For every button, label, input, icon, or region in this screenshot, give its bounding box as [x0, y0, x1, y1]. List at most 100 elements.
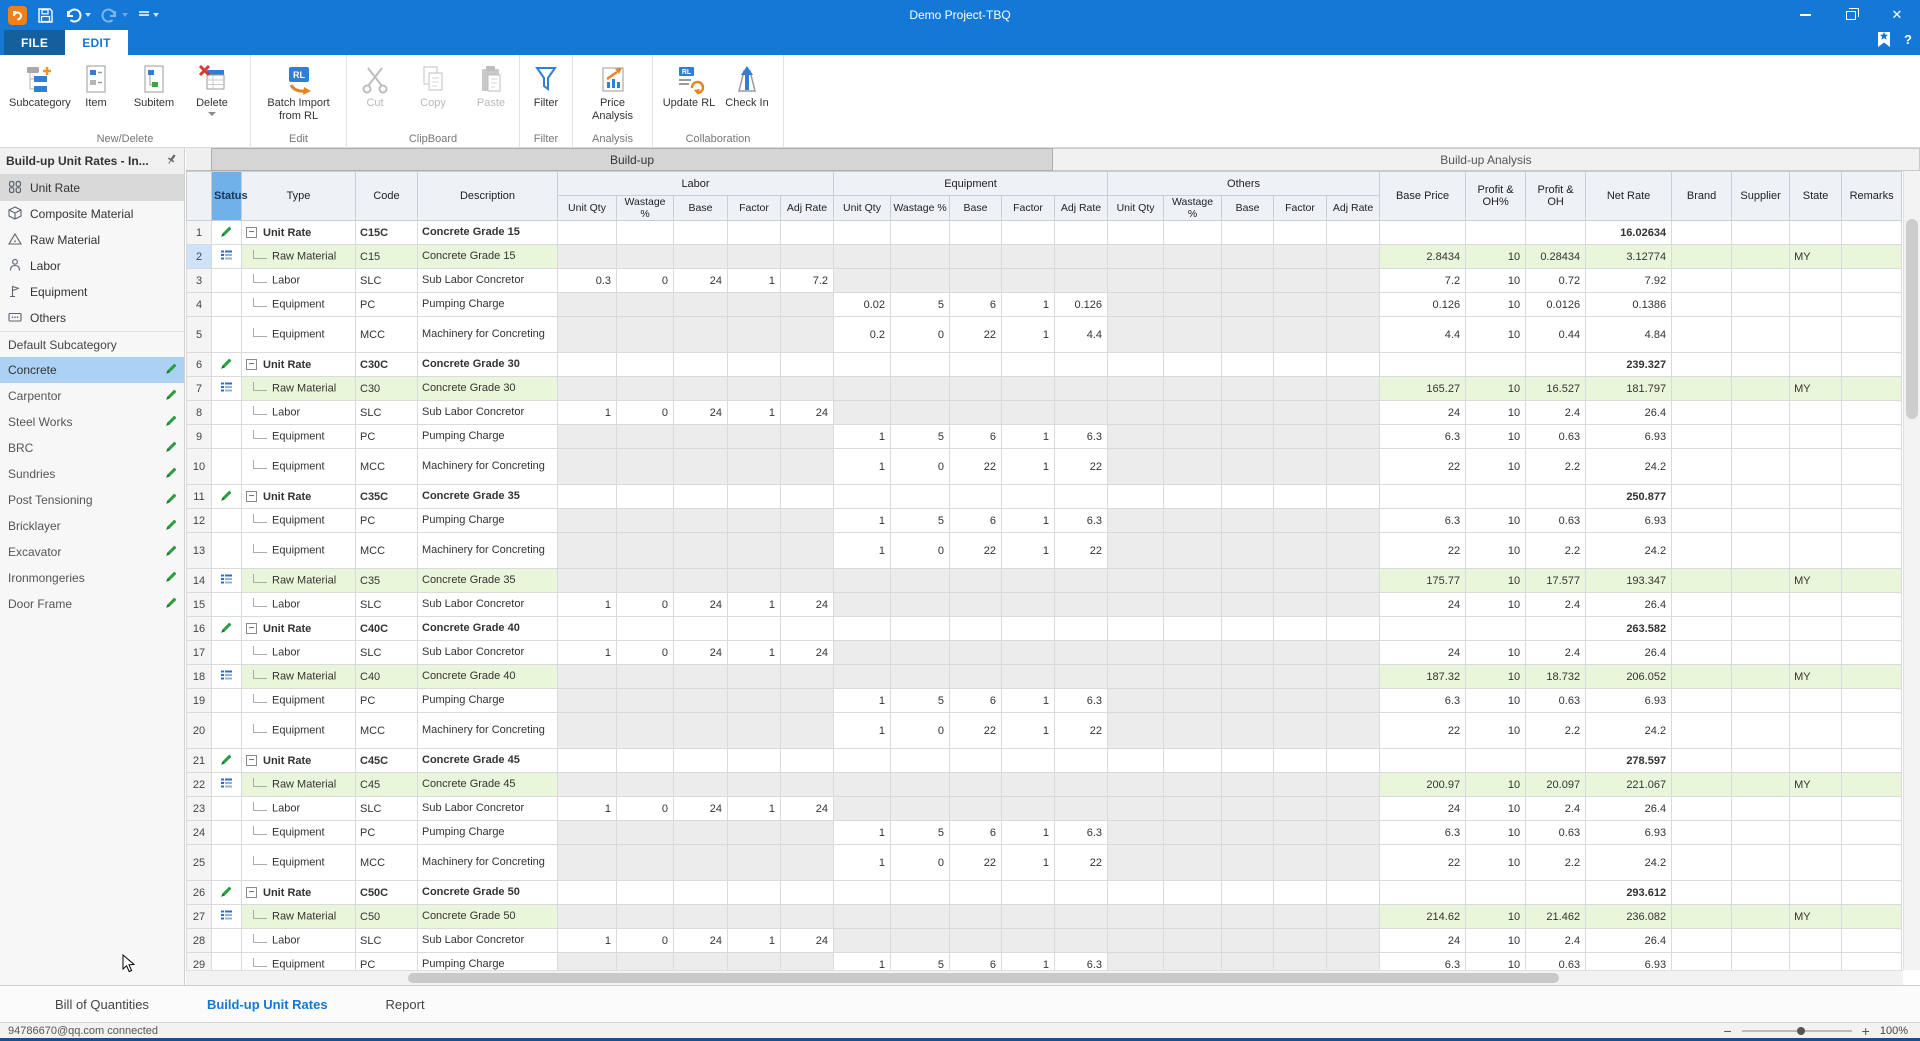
equip-base-cell[interactable]: [950, 401, 1002, 425]
code-cell[interactable]: SLC: [356, 797, 418, 821]
profit-oh-cell[interactable]: 20.097: [1526, 773, 1586, 797]
row-number-cell[interactable]: 5: [187, 317, 212, 353]
quick-access-customize-icon[interactable]: [138, 9, 159, 21]
row-number-cell[interactable]: 6: [187, 353, 212, 377]
brand-cell[interactable]: [1672, 293, 1732, 317]
equip-wastage-cell[interactable]: 0: [891, 449, 950, 485]
description-cell[interactable]: Concrete Grade 50: [418, 881, 558, 905]
others-factor-cell[interactable]: [1274, 317, 1327, 353]
others-wastage-cell[interactable]: [1164, 509, 1222, 533]
brand-cell[interactable]: [1672, 797, 1732, 821]
status-cell[interactable]: [212, 845, 242, 881]
labor-adj-rate-cell[interactable]: 24: [781, 929, 834, 953]
labor-wastage-cell[interactable]: [617, 317, 674, 353]
close-button[interactable]: ✕: [1874, 0, 1920, 30]
others-adj-rate-cell[interactable]: [1327, 641, 1380, 665]
equip-base-cell[interactable]: [950, 569, 1002, 593]
labor-factor-cell[interactable]: [728, 293, 781, 317]
base-price-cell[interactable]: 165.27: [1380, 377, 1466, 401]
code-cell[interactable]: MCC: [356, 845, 418, 881]
column-header-net-rate[interactable]: Net Rate: [1586, 172, 1672, 221]
profit-oh-pct-cell[interactable]: 10: [1466, 293, 1526, 317]
table-row[interactable]: 6−Unit RateC30CConcrete Grade 30239.327: [187, 353, 1902, 377]
others-factor-cell[interactable]: [1274, 689, 1327, 713]
equip-unit-qty-cell[interactable]: [834, 269, 891, 293]
table-row[interactable]: 10EquipmentMCCMachinery for Concreting10…: [187, 449, 1902, 485]
others-base-cell[interactable]: [1222, 269, 1274, 293]
description-cell[interactable]: Pumping Charge: [418, 509, 558, 533]
base-price-cell[interactable]: 6.3: [1380, 821, 1466, 845]
labor-wastage-cell[interactable]: [617, 449, 674, 485]
labor-wastage-cell[interactable]: 0: [617, 797, 674, 821]
others-base-cell[interactable]: [1222, 425, 1274, 449]
table-row[interactable]: 15LaborSLCSub Labor Concretor10241242410…: [187, 593, 1902, 617]
status-cell[interactable]: [212, 377, 242, 401]
column-header-profit-oh-pct[interactable]: Profit & OH%: [1466, 172, 1526, 221]
zoom-out-button[interactable]: −: [1723, 1023, 1731, 1039]
labor-factor-cell[interactable]: [728, 881, 781, 905]
net-rate-cell[interactable]: 263.582: [1586, 617, 1672, 641]
remarks-cell[interactable]: [1842, 569, 1902, 593]
description-cell[interactable]: Sub Labor Concretor: [418, 269, 558, 293]
equip-unit-qty-cell[interactable]: [834, 881, 891, 905]
status-cell[interactable]: [212, 617, 242, 641]
type-cell[interactable]: Labor: [242, 797, 356, 821]
labor-unit-qty-cell[interactable]: [558, 317, 617, 353]
labor-adj-rate-cell[interactable]: 7.2: [781, 269, 834, 293]
code-cell[interactable]: C50C: [356, 881, 418, 905]
code-cell[interactable]: C40: [356, 665, 418, 689]
table-row[interactable]: 11−Unit RateC35CConcrete Grade 35250.877: [187, 485, 1902, 509]
labor-base-cell[interactable]: [674, 617, 728, 641]
equip-wastage-cell[interactable]: [891, 245, 950, 269]
equip-adj-rate-cell[interactable]: [1055, 221, 1108, 245]
profit-oh-pct-cell[interactable]: 10: [1466, 929, 1526, 953]
labor-adj-rate-cell[interactable]: [781, 689, 834, 713]
profit-oh-pct-cell[interactable]: [1466, 749, 1526, 773]
description-cell[interactable]: Machinery for Concreting: [418, 533, 558, 569]
equip-unit-qty-cell[interactable]: [834, 377, 891, 401]
others-factor-cell[interactable]: [1274, 929, 1327, 953]
labor-factor-cell[interactable]: [728, 689, 781, 713]
equip-adj-rate-cell[interactable]: [1055, 569, 1108, 593]
others-unit-qty-cell[interactable]: [1108, 689, 1164, 713]
labor-factor-cell[interactable]: 1: [728, 641, 781, 665]
base-price-cell[interactable]: [1380, 221, 1466, 245]
state-cell[interactable]: [1790, 797, 1842, 821]
remarks-cell[interactable]: [1842, 317, 1902, 353]
others-unit-qty-cell[interactable]: [1108, 845, 1164, 881]
description-cell[interactable]: Sub Labor Concretor: [418, 797, 558, 821]
labor-wastage-cell[interactable]: [617, 713, 674, 749]
sub-header-adj-rate[interactable]: Adj Rate: [781, 196, 834, 221]
equip-adj-rate-cell[interactable]: [1055, 269, 1108, 293]
remarks-cell[interactable]: [1842, 713, 1902, 749]
sub-header-unit-qty[interactable]: Unit Qty: [558, 196, 617, 221]
labor-unit-qty-cell[interactable]: [558, 569, 617, 593]
remarks-cell[interactable]: [1842, 797, 1902, 821]
collapse-toggle[interactable]: −: [246, 491, 257, 502]
others-base-cell[interactable]: [1222, 713, 1274, 749]
profit-oh-cell[interactable]: 2.4: [1526, 641, 1586, 665]
labor-base-cell[interactable]: [674, 749, 728, 773]
equip-wastage-cell[interactable]: [891, 377, 950, 401]
supplier-cell[interactable]: [1732, 845, 1790, 881]
code-cell[interactable]: MCC: [356, 533, 418, 569]
base-price-cell[interactable]: 22: [1380, 713, 1466, 749]
equip-unit-qty-cell[interactable]: 1: [834, 821, 891, 845]
equip-adj-rate-cell[interactable]: [1055, 773, 1108, 797]
equip-base-cell[interactable]: 6: [950, 821, 1002, 845]
others-wastage-cell[interactable]: [1164, 569, 1222, 593]
profit-oh-cell[interactable]: 2.4: [1526, 593, 1586, 617]
others-factor-cell[interactable]: [1274, 293, 1327, 317]
code-cell[interactable]: C50: [356, 905, 418, 929]
state-cell[interactable]: [1790, 593, 1842, 617]
table-row[interactable]: 26−Unit RateC50CConcrete Grade 50293.612: [187, 881, 1902, 905]
code-cell[interactable]: C35: [356, 569, 418, 593]
supplier-cell[interactable]: [1732, 929, 1790, 953]
edit-pencil-icon[interactable]: [165, 544, 178, 560]
equip-factor-cell[interactable]: [1002, 905, 1055, 929]
others-base-cell[interactable]: [1222, 617, 1274, 641]
others-base-cell[interactable]: [1222, 401, 1274, 425]
others-unit-qty-cell[interactable]: [1108, 749, 1164, 773]
equip-base-cell[interactable]: [950, 641, 1002, 665]
supplier-cell[interactable]: [1732, 509, 1790, 533]
